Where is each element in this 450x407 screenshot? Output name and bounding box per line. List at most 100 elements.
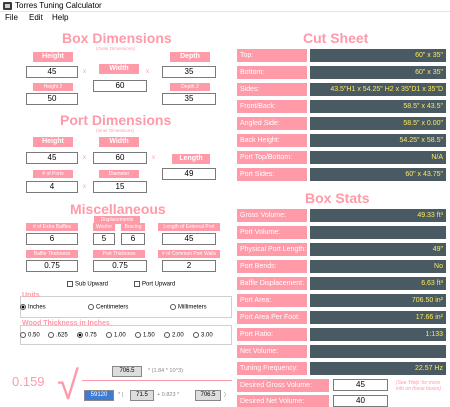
formula-right-value: 706.5 <box>195 390 221 401</box>
woofer-label: Woofer <box>93 223 115 231</box>
common-port-walls-input[interactable]: 2 <box>162 260 216 272</box>
baffle-thickness-label: Baffle Thickness <box>26 250 78 258</box>
wood-200-label: 2.00 <box>172 332 184 339</box>
stat-portbends-value: No <box>310 260 446 273</box>
box-height-input[interactable]: 45 <box>26 66 78 78</box>
stat-gross-label: Gross Volume: <box>237 209 307 222</box>
units-cm-radio[interactable]: Centimeters <box>88 304 128 311</box>
wood-0625-label: .625 <box>56 332 68 339</box>
wood-200-radio[interactable]: 2.00 <box>164 332 184 339</box>
stat-portarea-label: Port Area: <box>237 294 307 307</box>
cut-sheet-heading: Cut Sheet <box>303 30 369 46</box>
main-panel: Box Dimensions (Outer Dimensions) Height… <box>0 26 450 407</box>
window-title: Torres Tuning Calculator <box>15 1 102 10</box>
units-inches-radio[interactable]: Inches <box>20 304 46 311</box>
formula-top-value: 706.5 <box>112 366 142 377</box>
port-dimensions-heading: Port Dimensions <box>60 112 172 128</box>
port-width-input[interactable]: 60 <box>93 152 147 164</box>
desired-gross-label: Desired Gross Volume: <box>237 379 329 392</box>
port-dimensions-subheading: (Inner Dimensions) <box>96 128 135 133</box>
stat-portvol-value <box>310 226 446 239</box>
extra-baffles-input[interactable]: 6 <box>26 233 78 245</box>
units-mm-label: Millimeters <box>178 304 207 311</box>
box-width-label: Width <box>99 64 139 74</box>
num-ports-input[interactable]: 4 <box>26 181 78 193</box>
cut-sides-value: 43.5"H1 x 54.25" H2 x 35"D1 x 35"D <box>310 83 446 96</box>
stat-netvol-value <box>310 345 446 358</box>
title-bar: Torres Tuning Calculator <box>0 0 450 12</box>
port-height-input[interactable]: 45 <box>26 152 78 164</box>
port-x-1: x <box>83 155 86 161</box>
box-x-2: x <box>146 69 149 75</box>
radio-icon <box>88 304 94 310</box>
wood-050-radio[interactable]: 0.50 <box>20 332 40 339</box>
stat-tuning-label: Tuning Frequency: <box>237 362 307 375</box>
cut-porttop-label: Port Top/Bottom: <box>237 151 307 164</box>
units-label: Units <box>22 292 40 299</box>
box-depth-input[interactable]: 35 <box>162 66 216 78</box>
radio-icon <box>106 332 112 338</box>
port-upward-checkbox[interactable]: Port Upward <box>134 281 175 288</box>
menu-file[interactable]: File <box>5 13 18 22</box>
baffle-thickness-input[interactable]: 0.75 <box>26 260 78 272</box>
menu-edit[interactable]: Edit <box>29 13 43 22</box>
radio-selected-icon <box>77 332 83 338</box>
bracing-label: Bracing <box>121 223 145 231</box>
cut-angled-value: 58.5" x 0.00" <box>310 117 446 130</box>
cut-backheight-value: 54.25" x 58.5" <box>310 134 446 147</box>
formula-coefficient: 0.159 <box>12 374 45 389</box>
common-port-walls-label: # of Common Port Walls <box>158 250 220 258</box>
port-width-label: Width <box>99 137 139 147</box>
wood-100-radio[interactable]: 1.00 <box>106 332 126 339</box>
units-cm-label: Centimeters <box>96 304 129 311</box>
box-depth-label: Depth <box>170 52 210 62</box>
bracing-input[interactable]: 6 <box>121 233 145 245</box>
wood-075-radio[interactable]: 0.75 <box>77 332 97 339</box>
units-mm-radio[interactable]: Millimeters <box>170 304 207 311</box>
port-thickness-label: Port Thickness <box>93 250 145 258</box>
stat-areaperft-value: 17.66 in² <box>310 311 446 324</box>
box-depth2-label: Depth 2 <box>170 83 210 91</box>
wood-0625-radio[interactable]: .625 <box>48 332 68 339</box>
formula-mid-text: + 0.823 * <box>157 392 180 398</box>
help-note: (See 'Help' for more info on these boxes… <box>396 380 442 392</box>
wood-150-radio[interactable]: 1.50 <box>135 332 155 339</box>
box-dimensions-subheading: (Outer Dimensions) <box>96 46 136 51</box>
stat-areaperft-label: Port Area Per Foot: <box>237 311 307 324</box>
cut-portsides-label: Port Sides: <box>237 168 307 181</box>
wood-300-radio[interactable]: 3.00 <box>193 332 213 339</box>
cut-frontback-label: Front/Back: <box>237 100 307 113</box>
stat-portlen-label: Physical Port Length: <box>237 243 307 256</box>
radio-icon <box>164 332 170 338</box>
port-length-label: Length <box>172 154 210 164</box>
menu-help[interactable]: Help <box>52 13 68 22</box>
box-stats-heading: Box Stats <box>305 190 370 206</box>
stat-portratio-value: 1:133 <box>310 328 446 341</box>
ext-port-input[interactable]: 45 <box>162 233 216 245</box>
stat-portratio-label: Port Ratio: <box>237 328 307 341</box>
woofer-input[interactable]: 5 <box>93 233 115 245</box>
box-depth2-input[interactable]: 35 <box>162 93 216 105</box>
desired-net-input[interactable]: 40 <box>333 395 388 407</box>
ext-port-label: Length of External Port <box>158 223 220 231</box>
extra-baffles-label: # of Extra Baffles <box>26 223 78 231</box>
cut-sides-label: Sides: <box>237 83 307 96</box>
formula-left-value: 59120 <box>84 390 114 401</box>
port-length-input[interactable]: 49 <box>162 168 216 180</box>
box-width-input[interactable]: 60 <box>93 80 147 92</box>
diameter-input[interactable]: 15 <box>93 181 147 193</box>
stat-netvol-label: Net Volume: <box>237 345 307 358</box>
cut-angled-label: Angled Side: <box>237 117 307 130</box>
port-thickness-input[interactable]: 0.75 <box>93 260 147 272</box>
wood-label: Wood Thickness in Inches <box>22 320 110 327</box>
desired-net-label: Desired Net Volume: <box>237 395 329 407</box>
box-height2-input[interactable]: 50 <box>26 93 78 105</box>
radio-icon <box>135 332 141 338</box>
sub-upward-checkbox[interactable]: Sub Upward <box>67 281 108 288</box>
stat-baffle-value: 6.63 ft³ <box>310 277 446 290</box>
cut-backheight-label: Back Height: <box>237 134 307 147</box>
wood-050-label: 0.50 <box>28 332 40 339</box>
radio-icon <box>48 332 54 338</box>
desired-gross-input[interactable]: 45 <box>333 379 388 391</box>
sub-upward-label: Sub Upward <box>75 281 109 288</box>
